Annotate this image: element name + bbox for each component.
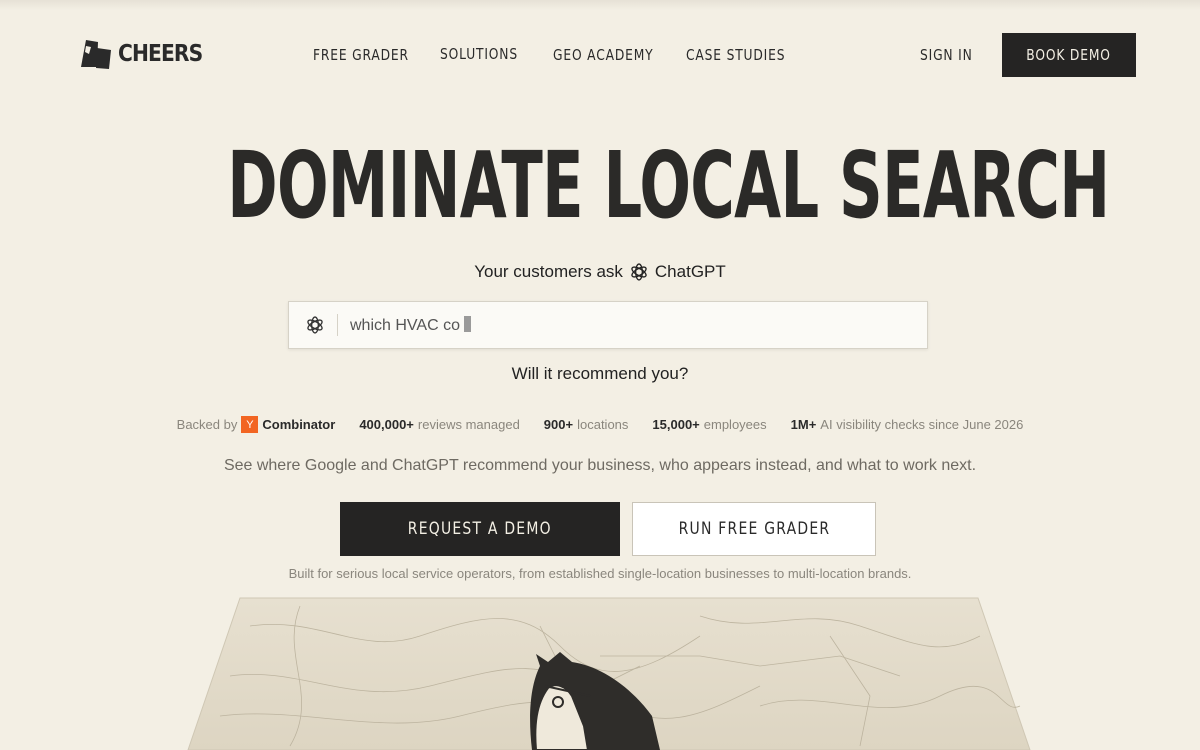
backed-by: Backed by Y Combinator [176,416,336,433]
search-divider [337,314,338,336]
nav-solutions[interactable]: SOLUTIONS [440,45,518,63]
site-header: CHEERS FREE GRADER SOLUTIONS GEO ACADEMY… [0,0,1200,110]
openai-icon [305,315,325,335]
nav-case-studies[interactable]: CASE STUDIES [686,46,785,64]
stat-locations: 900+ locations [543,417,629,432]
ask-brand: ChatGPT [654,262,726,281]
request-demo-label: REQUEST A DEMO [407,519,553,539]
map-illustration [187,597,1031,750]
ask-line: Your customers ask ChatGPT [0,262,1200,282]
run-free-grader-label: RUN FREE GRADER [678,519,830,539]
nav-geo-academy[interactable]: GEO ACADEMY [553,46,653,64]
nav-free-grader[interactable]: FREE GRADER [313,46,409,64]
typing-caret [463,315,471,332]
stat-employees: 15,000+ employees [652,417,767,432]
audience-note: Built for serious local service operator… [288,566,912,581]
run-free-grader-button[interactable]: RUN FREE GRADER [632,502,876,556]
ask-prefix: Your customers ask [474,262,623,281]
brand-logo[interactable]: CHEERS [80,38,214,70]
chat-search-box[interactable]: which HVAC co [288,301,928,349]
subheadline: See where Google and ChatGPT recommend y… [223,457,977,474]
stat-checks: 1M+ AI visibility checks since June 2026 [790,417,1024,432]
book-demo-button[interactable]: BOOK DEMO [1002,33,1136,77]
stats-bar: Backed by Y Combinator 400,000+ reviews m… [0,416,1200,433]
hero-title-wrap: DOMINATE LOCAL SEARCH [0,136,1200,236]
book-demo-label: BOOK DEMO [1026,46,1112,64]
openai-icon [631,263,647,281]
hero-title: DOMINATE LOCAL SEARCH [227,132,1110,239]
brand-name: CHEERS [118,41,203,67]
yc-logo-icon: Y [241,416,259,433]
cheers-logo-icon [81,40,111,69]
sign-in-link[interactable]: SIGN IN [920,46,973,64]
search-typed-text: which HVAC co [350,315,471,335]
request-demo-button[interactable]: REQUEST A DEMO [340,502,620,556]
question-text: Will it recommend you? [511,364,689,383]
stat-reviews: 400,000+ reviews managed [359,417,520,432]
